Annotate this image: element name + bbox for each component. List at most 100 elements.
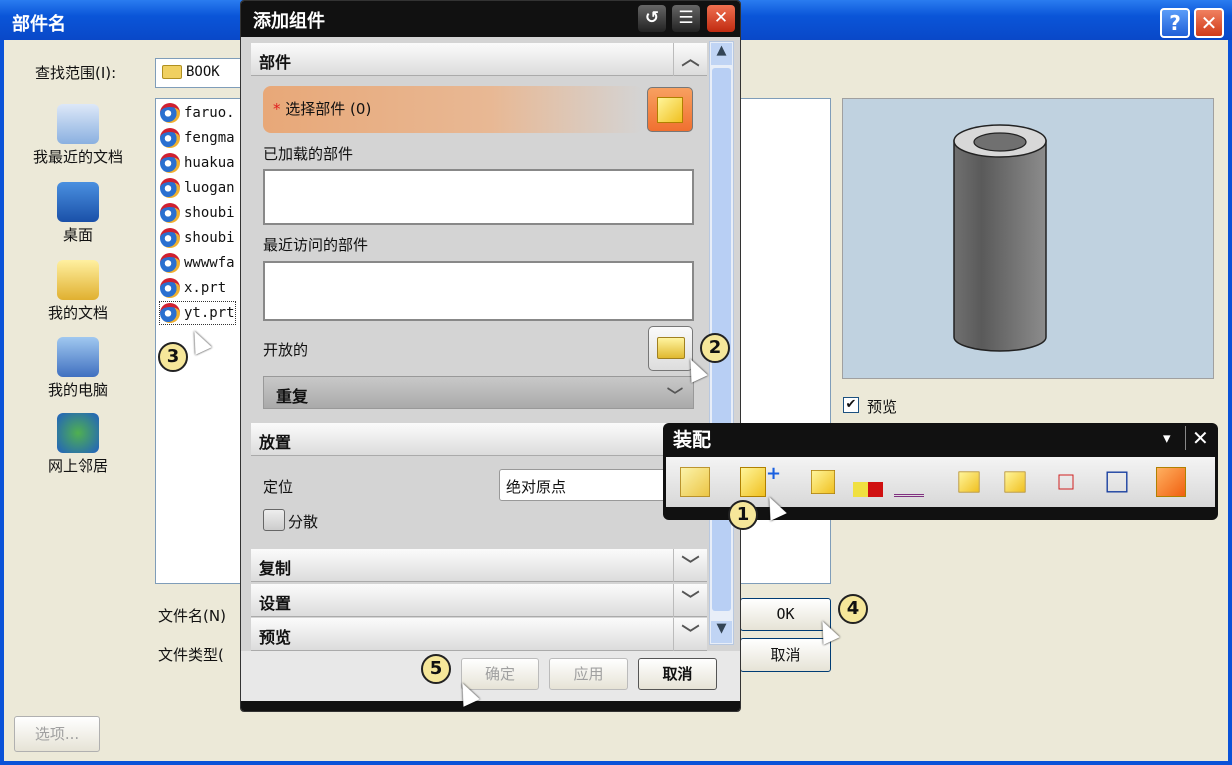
prt-file-icon bbox=[160, 278, 180, 298]
look-in-value: BOOK bbox=[186, 64, 220, 80]
place-label: 我最近的文档 bbox=[32, 148, 123, 166]
add-component-dialog: 添加组件 ↺ ☰ ✕ ▲ ▼ 部件 ︿ * 选择部件 (0) 已加载的部件 最近访… bbox=[240, 0, 741, 712]
open-folder-icon bbox=[657, 337, 685, 359]
scroll-up-icon[interactable]: ▲ bbox=[711, 43, 732, 65]
section-preview[interactable]: 预览 ﹀ bbox=[251, 618, 707, 651]
place-recent[interactable]: 我最近的文档 bbox=[23, 104, 133, 167]
select-part-button[interactable] bbox=[647, 87, 693, 132]
prt-file-icon bbox=[160, 253, 180, 273]
dialog-bottom-bar bbox=[241, 701, 740, 711]
toolbar-icons: + bbox=[666, 457, 1215, 507]
desktop-icon bbox=[57, 182, 99, 222]
chevron-down-icon: ﹀ bbox=[666, 386, 683, 405]
section-part[interactable]: 部件 ︿ bbox=[251, 43, 707, 76]
file-name: luogan bbox=[184, 180, 235, 196]
file-item[interactable]: fengma bbox=[160, 127, 235, 149]
reset-icon[interactable]: ↺ bbox=[638, 5, 666, 32]
prt-file-icon bbox=[160, 103, 180, 123]
select-part-row[interactable]: * 选择部件 (0) bbox=[263, 86, 643, 133]
file-name: fengma bbox=[184, 130, 235, 146]
look-in-label: 查找范围(I): bbox=[35, 64, 117, 82]
cancel-button[interactable]: 取消 bbox=[638, 658, 717, 690]
chevron-up-icon[interactable]: ︿ bbox=[673, 43, 707, 76]
filetype-label: 文件类型( bbox=[158, 646, 224, 664]
file-item[interactable]: luogan bbox=[160, 177, 235, 199]
chevron-down-icon[interactable]: ﹀ bbox=[673, 549, 707, 582]
cube-icon bbox=[657, 97, 683, 123]
section-title: 部件 bbox=[259, 53, 292, 72]
scroll-down-icon[interactable]: ▼ bbox=[711, 621, 732, 643]
place-label: 我的电脑 bbox=[47, 381, 108, 399]
help-button[interactable]: ? bbox=[1160, 8, 1190, 38]
file-item[interactable]: yt.prt bbox=[159, 301, 236, 325]
file-item[interactable]: x.prt bbox=[160, 277, 226, 299]
file-name: huakua bbox=[184, 155, 235, 171]
place-my-computer[interactable]: 我的电脑 bbox=[23, 337, 133, 400]
section-title: 放置 bbox=[259, 433, 292, 452]
add-existing-component-icon[interactable] bbox=[680, 467, 710, 497]
section-copy[interactable]: 复制 ﹀ bbox=[251, 549, 707, 582]
close-icon[interactable]: ✕ bbox=[707, 5, 735, 32]
toolbar-dropdown-icon[interactable]: ▾ bbox=[1163, 429, 1171, 447]
replace-component-icon[interactable] bbox=[1058, 474, 1074, 490]
close-button[interactable]: ✕ bbox=[1194, 8, 1224, 38]
section-settings[interactable]: 设置 ﹀ bbox=[251, 584, 707, 617]
filename-label: 文件名(N) bbox=[158, 607, 226, 625]
callout-5: 5 bbox=[421, 654, 451, 684]
loaded-parts-list[interactable] bbox=[263, 169, 694, 225]
position-select[interactable]: 绝对原点 bbox=[499, 469, 679, 501]
assembly-constraints-icon[interactable] bbox=[894, 467, 924, 497]
prt-file-icon bbox=[160, 203, 180, 223]
place-network[interactable]: 网上邻居 bbox=[23, 413, 133, 476]
scatter-label: 分散 bbox=[288, 513, 319, 531]
file-item[interactable]: faruo. bbox=[160, 102, 235, 124]
repeat-section[interactable]: 重复 ﹀ bbox=[263, 376, 694, 409]
apply-button[interactable]: 应用 bbox=[549, 658, 628, 690]
callout-4: 4 bbox=[838, 594, 868, 624]
assembly-navigator-icon[interactable] bbox=[1106, 471, 1128, 493]
place-desktop[interactable]: 桌面 bbox=[23, 182, 133, 245]
file-name: shoubi bbox=[184, 230, 235, 246]
position-value: 绝对原点 bbox=[506, 478, 567, 496]
mirror-assembly-icon[interactable] bbox=[853, 482, 883, 497]
plus-icon: + bbox=[766, 463, 782, 484]
chevron-down-icon[interactable]: ﹀ bbox=[673, 618, 707, 651]
file-item[interactable]: shoubi bbox=[160, 227, 235, 249]
file-name: yt.prt bbox=[184, 305, 235, 321]
options-button[interactable]: 选项... bbox=[14, 716, 100, 752]
prt-file-icon bbox=[160, 178, 180, 198]
recent-parts-label: 最近访问的部件 bbox=[263, 236, 369, 254]
file-item[interactable]: huakua bbox=[160, 152, 235, 174]
recent-parts-list[interactable] bbox=[263, 261, 694, 321]
menu-icon[interactable]: ☰ bbox=[672, 5, 700, 32]
wave-geometry-icon[interactable] bbox=[958, 471, 980, 493]
explode-view-icon[interactable] bbox=[1156, 467, 1186, 497]
recent-documents-icon bbox=[57, 104, 99, 144]
my-computer-icon bbox=[57, 337, 99, 377]
file-name: faruo. bbox=[184, 105, 235, 121]
file-item[interactable]: shoubi bbox=[160, 202, 235, 224]
add-component-icon[interactable] bbox=[740, 467, 766, 497]
scatter-checkbox[interactable] bbox=[263, 509, 285, 531]
callout-3: 3 bbox=[158, 342, 188, 372]
file-name: x.prt bbox=[184, 280, 227, 296]
section-title: 预览 bbox=[259, 628, 292, 647]
section-title: 设置 bbox=[259, 594, 292, 613]
open-label: 开放的 bbox=[263, 341, 309, 359]
file-name: shoubi bbox=[184, 205, 235, 221]
cancel-button[interactable]: 取消 bbox=[740, 638, 831, 672]
component-array-icon[interactable] bbox=[1004, 471, 1026, 493]
place-my-documents[interactable]: 我的文档 bbox=[23, 260, 133, 323]
toolbar-title: 装配 bbox=[673, 429, 712, 451]
place-label: 我的文档 bbox=[47, 304, 108, 322]
preview-checkbox[interactable]: ✔ bbox=[843, 397, 859, 413]
network-icon bbox=[57, 413, 99, 453]
section-placement[interactable]: 放置 bbox=[251, 423, 707, 456]
file-item[interactable]: wwwwfa bbox=[160, 252, 235, 274]
prt-file-icon bbox=[160, 228, 180, 248]
toolbar-close-icon[interactable]: ✕ bbox=[1185, 426, 1209, 450]
chevron-down-icon[interactable]: ﹀ bbox=[673, 584, 707, 617]
loaded-parts-label: 已加载的部件 bbox=[263, 145, 354, 163]
move-component-icon[interactable] bbox=[811, 470, 835, 494]
repeat-label: 重复 bbox=[276, 387, 309, 406]
